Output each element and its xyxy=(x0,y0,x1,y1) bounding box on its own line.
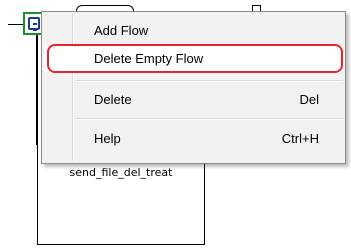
flow-node-inner-icon xyxy=(28,17,40,31)
menu-item-shortcut: Ctrl+H xyxy=(281,131,319,146)
flow-label: send_file_del_treat xyxy=(69,166,173,179)
menu-separator xyxy=(75,118,343,120)
menu-item-label: Delete xyxy=(94,92,132,107)
menu-item-delete-empty-flow[interactable]: Delete Empty Flow xyxy=(44,46,343,72)
connector-line-top-left xyxy=(8,24,24,25)
menu-item-delete[interactable]: Delete Del xyxy=(44,87,343,113)
menu-item-add-flow[interactable]: Add Flow xyxy=(44,18,343,44)
menu-item-label: Delete Empty Flow xyxy=(94,51,204,66)
menu-separator xyxy=(75,80,343,82)
menu-item-help[interactable]: Help Ctrl+H xyxy=(44,126,343,152)
menu-item-label: Help xyxy=(94,131,121,146)
menu-item-label: Add Flow xyxy=(94,23,149,38)
menu-item-shortcut: Del xyxy=(299,92,319,107)
context-menu: Add Flow Delete Empty Flow Delete Del He… xyxy=(41,11,346,164)
